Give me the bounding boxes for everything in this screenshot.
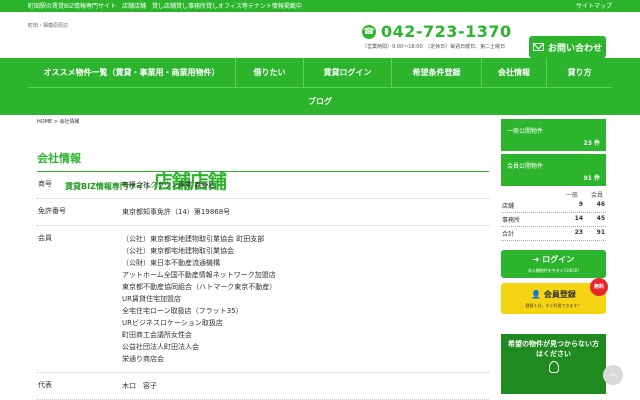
nav-how-to[interactable]: 貸り方 (547, 58, 612, 87)
stats-name: 店舗 (502, 203, 515, 210)
site-logo[interactable]: 町田・相模原周辺 賃貸BIZ情報専門サイト 店舗店舗 (28, 22, 227, 192)
nav-blog[interactable]: ブログ (308, 96, 332, 107)
info-value: 木口 容子 (122, 382, 157, 390)
envelope-icon (532, 43, 544, 51)
info-row: 商号 有限会社クラウン興業 森野店 (37, 172, 489, 199)
phone-icon: ☎ (362, 24, 376, 39)
stats-row: 合計 23 91 (501, 227, 606, 241)
page-top-button[interactable]: ︿ (603, 365, 623, 385)
stats-general: 9 (578, 201, 583, 208)
user-icon: 👤 (531, 290, 544, 299)
free-badge: 無料 (590, 278, 608, 296)
main-content: 会社情報 商号 有限会社クラウン興業 森野店 免許番号 東京都知事免許（14）第… (37, 150, 489, 400)
info-value: 東京都不動産協同組合（ハトマーク東京不動産） (122, 283, 277, 291)
member-listings-label: 会員公開物件 (507, 163, 544, 170)
info-row: 代表 木口 容子 (37, 373, 489, 400)
contact-button-label: お問い合わせ (547, 43, 602, 54)
stats-general: 14 (574, 215, 583, 222)
stats-member: 91 (596, 229, 605, 236)
info-value: 栄通り商店会 (122, 355, 164, 363)
info-value: （公社）東京都宅地建物取引業協会 (122, 247, 234, 255)
stats-header-general: 一般 (565, 192, 578, 199)
wish-text-1: 希望の物件が見つからない方 (508, 340, 599, 348)
info-value: URビジネスロケーション取扱店 (122, 319, 223, 327)
member-listings-box[interactable]: 会員公開物件 91 件 (501, 154, 606, 186)
stats-header-member: 会員 (590, 192, 603, 199)
stats-general: 23 (574, 229, 583, 236)
public-listings-count: 23 件 (583, 140, 600, 147)
register-subtext: 登録１分、すぐ利用できます！ (525, 303, 582, 308)
nav-register[interactable]: 希望条件登録 (392, 58, 482, 87)
top-bar: 町田駅の賃貸BIZ情報専門サイト 店舗店舗 貸し店舗貸し事務所貸しオフィス等テナ… (0, 0, 640, 12)
login-button[interactable]: ➜ ログイン 非公開物件を今すぐCHECK! (501, 250, 606, 278)
header: 町田・相模原周辺 賃貸BIZ情報専門サイト 店舗店舗 ☎ 042-723-137… (0, 12, 640, 192)
breadcrumb[interactable]: HOME > 会社情報 (37, 118, 80, 125)
info-value: 東京都知事免許（14）第19868号 (122, 208, 231, 216)
info-key: 会員 (38, 234, 52, 242)
stats-name: 合計 (502, 231, 515, 238)
register-label: 会員登録 (543, 290, 576, 299)
lightbulb-icon (548, 361, 559, 373)
nav-login[interactable]: 賃貸ログイン (304, 58, 392, 87)
info-value: UR賃貸住宅加盟店 (122, 295, 181, 303)
stats-member: 45 (596, 215, 605, 222)
info-value: 有限会社クラウン興業 森野店 (122, 181, 216, 189)
nav-rent[interactable]: 借りたい (236, 58, 304, 87)
sidebar: 一般公開物件 23 件 会員公開物件 91 件 一般 会員 店舗 9 46 事務… (501, 119, 608, 394)
info-row: 会員 （公社）東京都宅地建物取引業協会 町田支部 （公社）東京都宅地建物取引業協… (37, 226, 489, 373)
wish-text-2: はください (536, 350, 571, 358)
nav-recommended[interactable]: オススメ物件一覧（賃貸・事業用・商業用物件） (28, 58, 236, 87)
register-button[interactable]: 👤 会員登録 登録１分、すぐ利用できます！ 無料 (501, 278, 608, 314)
info-key: 代表 (38, 381, 52, 389)
stats-row: 店舗 9 46 (501, 199, 606, 213)
info-key: 商号 (38, 180, 52, 188)
login-icon: ➜ (532, 255, 543, 264)
contact-button[interactable]: お問い合わせ (529, 36, 606, 58)
phone-block: ☎ 042-723-1370 （営業時間）9:00～18:00 （定休日）毎週日… (362, 22, 522, 50)
member-listings-count: 91 件 (583, 175, 600, 182)
listing-stats-table: 一般 会員 店舗 9 46 事務所 14 45 合計 23 91 (501, 190, 606, 241)
info-value: 町田商工会議所女性会 (122, 331, 192, 339)
nav-company[interactable]: 会社情報 (482, 58, 547, 87)
info-value: （公財）東日本不動産流通機構 (122, 259, 220, 267)
public-listings-label: 一般公開物件 (507, 128, 544, 135)
wish-banner[interactable]: 希望の物件が見つからない方 はください (501, 334, 606, 394)
info-value: 全宅住宅ローン取扱店（フラット35） (122, 307, 243, 315)
logo-small-text: 町田・相模原周辺 (28, 23, 69, 29)
global-nav: オススメ物件一覧（賃貸・事業用・商業用物件） 借りたい 賃貸ログイン 希望条件登… (0, 58, 640, 115)
sitemap-link[interactable]: サイトマップ (576, 1, 612, 10)
login-label: ログイン (542, 255, 575, 264)
business-hours: （営業時間）9:00～18:00 （定休日）毎週日曜日、第二土曜日 (362, 44, 506, 50)
phone-number[interactable]: 042-723-1370 (381, 22, 512, 41)
info-row: 免許番号 東京都知事免許（14）第19868号 (37, 199, 489, 226)
login-subtext: 非公開物件を今すぐCHECK! (527, 268, 580, 273)
info-key: 免許番号 (38, 207, 66, 215)
stats-member: 46 (596, 201, 605, 208)
stats-name: 事務所 (502, 217, 521, 224)
stats-row: 事務所 14 45 (501, 213, 606, 227)
page-title: 会社情報 (37, 150, 489, 172)
company-info-table: 商号 有限会社クラウン興業 森野店 免許番号 東京都知事免許（14）第19868… (37, 172, 489, 400)
top-bar-tagline: 町田駅の賃貸BIZ情報専門サイト 店舗店舗 貸し店舗貸し事務所貸しオフィス等テナ… (28, 3, 302, 10)
info-value: （公社）東京都宅地建物取引業協会 町田支部 (122, 235, 265, 243)
info-value: アットホーム全国不動産情報ネットワーク加盟店 (122, 271, 276, 279)
public-listings-box[interactable]: 一般公開物件 23 件 (501, 119, 606, 151)
info-value: 公益社団法人町田法人会 (122, 343, 199, 351)
